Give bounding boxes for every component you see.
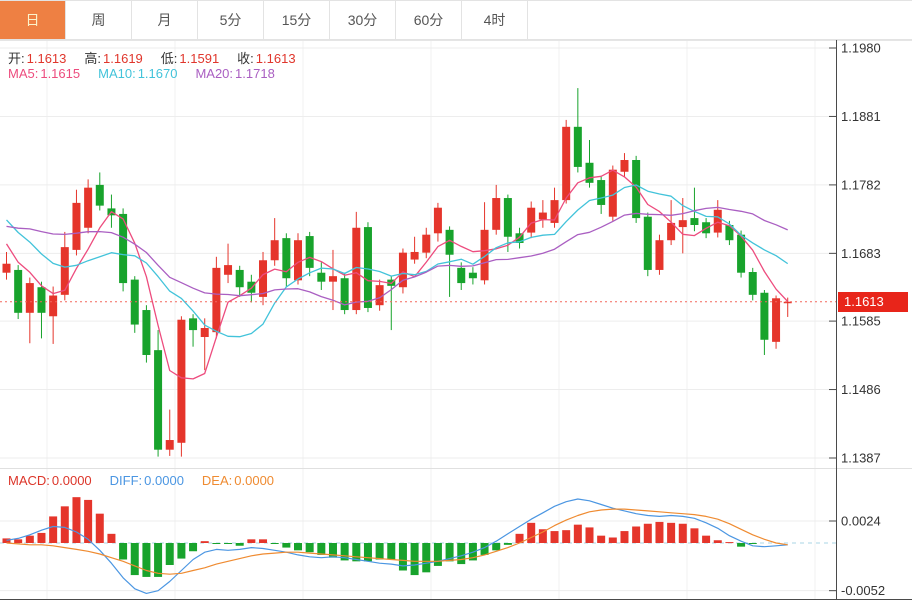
timeframe-tab-1[interactable]: 日 [0,1,66,39]
timeframe-tab-7[interactable]: 60分 [396,1,462,39]
macd-indicator-legend: MACD:0.0000 DIFF:0.0000 DEA:0.0000 [8,473,274,488]
timeframe-tab-5[interactable]: 15分 [264,1,330,39]
macd-chart[interactable]: 0.0024 -0.0052 [0,468,912,605]
legend-item: MACD:0.0000 [8,473,92,488]
legend-item: DEA:0.0000 [202,473,274,488]
svg-text:1.1683: 1.1683 [841,246,881,261]
timeframe-tab-4[interactable]: 5分 [198,1,264,39]
candlestick-panel: 开:1.1613 高:1.1619 低:1.1591 收:1.1613 MA5:1.1… [0,40,912,468]
timeframe-tab-8[interactable]: 4时 [462,1,528,39]
macd-panel: MACD:0.0000 DIFF:0.0000 DEA:0.0000 0.0024 -… [0,468,912,605]
legend-item: MA5:1.1615 [8,66,80,81]
svg-text:1.1782: 1.1782 [841,177,881,192]
legend-item: 高:1.1619 [84,48,142,67]
legend-item: DIFF:0.0000 [110,473,184,488]
ma-legend: MA5:1.1615 MA10:1.1670 MA20:1.1718 [8,66,275,81]
ohlc-legend: 开:1.1613 高:1.1619 低:1.1591 收:1.1613 [8,48,296,67]
legend-item: 低:1.1591 [161,48,219,67]
candlestick-chart[interactable]: 1.1980 1.1881 1.1782 1.1683 1.1585 1.1486 1.13… [0,40,912,468]
svg-text:1.1387: 1.1387 [841,451,881,466]
timeframe-tab-bar: 日周月5分15分30分60分4时 [0,0,912,40]
legend-item: 开:1.1613 [8,48,66,67]
svg-text:1.1980: 1.1980 [841,41,881,56]
tab-bar-filler [528,1,912,39]
svg-text:1.1486: 1.1486 [841,382,881,397]
svg-text:-0.0052: -0.0052 [841,583,885,598]
legend-item: MA20:1.1718 [195,66,274,81]
legend-item: 收:1.1613 [237,48,295,67]
timeframe-tab-2[interactable]: 周 [66,1,132,39]
timeframe-tab-3[interactable]: 月 [132,1,198,39]
timeframe-tab-6[interactable]: 30分 [330,1,396,39]
svg-text:1.1585: 1.1585 [841,314,881,329]
current-price-label: 1.1613 [838,292,908,312]
svg-text:1.1881: 1.1881 [841,109,881,124]
svg-text:0.0024: 0.0024 [841,514,881,529]
legend-item: MA10:1.1670 [98,66,177,81]
